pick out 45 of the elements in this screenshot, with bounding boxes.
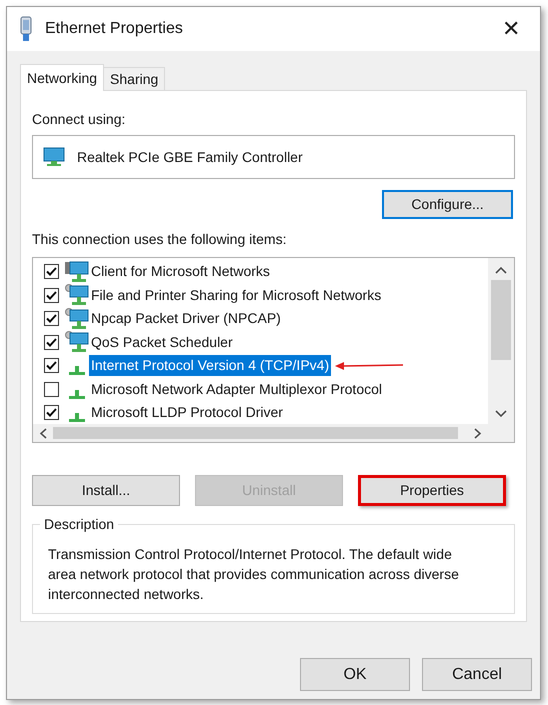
checkbox[interactable] [44,405,59,420]
network-protocol-icon [69,390,85,399]
dialog-button[interactable]: OK [300,658,410,691]
checkbox[interactable] [44,288,59,303]
tab[interactable]: Sharing [104,67,166,90]
monitor-icon [43,147,65,167]
scroll-left-icon[interactable] [39,428,47,439]
close-button[interactable]: ✕ [494,18,528,40]
list-item[interactable]: Npcap Packet Driver (NPCAP) [89,308,283,330]
adapter-name: Realtek PCIe GBE Family Controller [77,148,303,167]
checkbox[interactable] [44,382,59,397]
description-text: Transmission Control Protocol/Internet Protocol. The default wide area network protocol that provides communication across diverse interconnected networks. [48,545,460,604]
list-item[interactable]: Microsoft Network Adapter Multiplexor Protocol [89,378,384,400]
computer-icon [65,260,89,283]
list-label: This connection uses the following items: [32,230,288,249]
scroll-up-icon[interactable] [495,266,507,274]
list-item[interactable]: File and Printer Sharing for Microsoft Networks [89,284,384,306]
checkbox[interactable] [44,311,59,326]
computer-gear-icon [65,284,89,306]
configure-button[interactable]: Configure... [382,190,513,219]
checkbox[interactable] [44,264,59,280]
network-adapter-icon [19,16,33,42]
computer-gear-icon [65,331,89,354]
scrollbar-thumb[interactable] [53,427,458,439]
checkbox[interactable] [44,358,59,374]
window-title: Ethernet Properties [45,19,184,39]
field-label: Connect using: [32,110,126,129]
action-button[interactable]: Properties [358,475,506,506]
scroll-down-icon[interactable] [495,410,507,418]
action-button[interactable]: Install... [32,475,180,506]
list-item[interactable]: Client for Microsoft Networks [89,261,272,282]
tab[interactable]: Networking [20,64,104,91]
scrollbar-thumb[interactable] [491,280,511,360]
annotation-arrow [335,360,406,371]
list-item[interactable]: Microsoft LLDP Protocol Driver [89,402,285,424]
list-item[interactable]: QoS Packet Scheduler [89,332,235,353]
dialog-button[interactable]: Cancel [422,658,532,691]
network-protocol-icon [69,413,85,422]
horizontal-scrollbar[interactable] [33,424,514,442]
checkbox[interactable] [44,334,59,350]
scroll-right-icon[interactable] [474,428,482,439]
network-protocol-icon [69,366,85,376]
list-item[interactable]: Internet Protocol Version 4 (TCP/IPv4) [89,355,332,376]
vertical-scrollbar[interactable] [488,258,514,424]
computer-gear-icon [65,308,89,330]
